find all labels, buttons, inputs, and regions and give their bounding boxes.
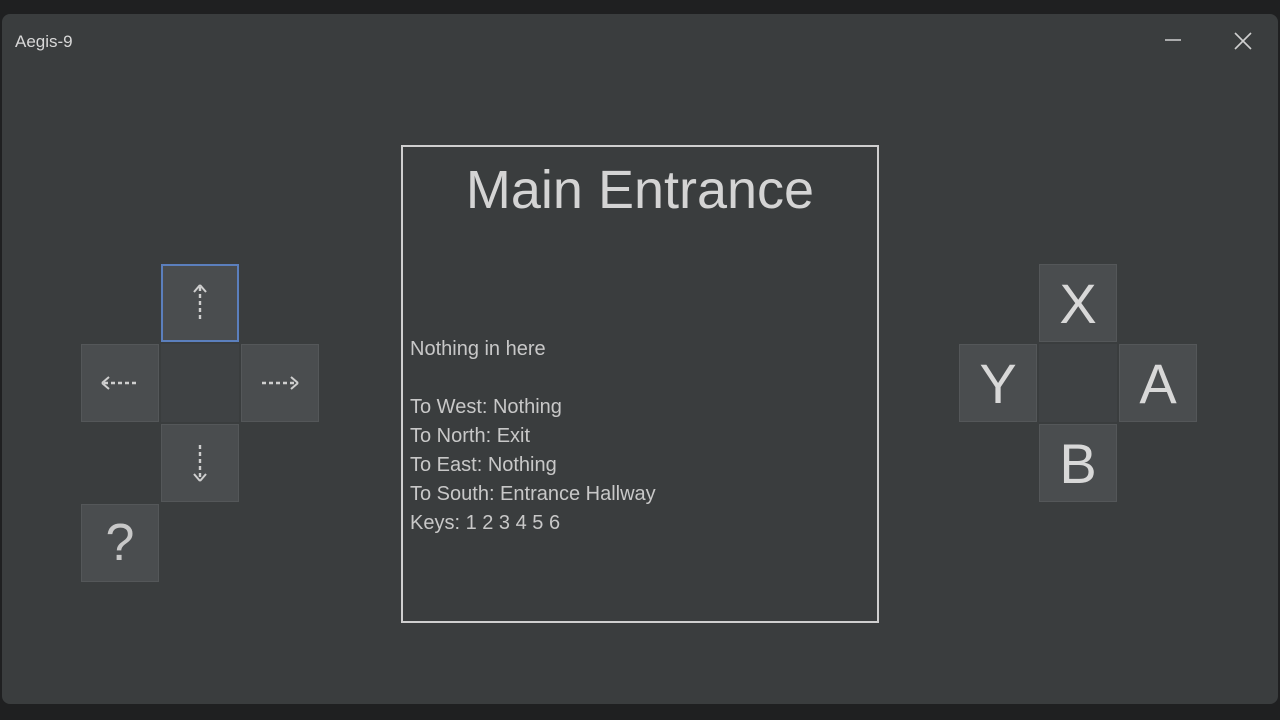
dpad-left-button[interactable]	[81, 344, 159, 422]
help-button[interactable]: ?	[81, 504, 159, 582]
x-button[interactable]: X	[1039, 264, 1117, 342]
exit-north: To North: Exit	[410, 425, 531, 447]
arrow-up-icon	[193, 284, 207, 321]
a-button[interactable]: A	[1119, 344, 1197, 422]
close-button[interactable]	[1220, 24, 1266, 60]
text-spacer	[410, 364, 656, 393]
dpad-up-button[interactable]	[161, 264, 239, 342]
exit-east: To East: Nothing	[410, 454, 557, 476]
face-center	[1039, 344, 1117, 422]
exit-south: To South: Entrance Hallway	[410, 483, 656, 505]
minimize-button[interactable]	[1150, 24, 1196, 60]
title-bar[interactable]: Aegis-9	[2, 14, 1278, 70]
arrow-right-icon	[262, 376, 299, 390]
room-title: Main Entrance	[465, 160, 815, 220]
close-icon	[1234, 32, 1252, 50]
exit-west: To West: Nothing	[410, 396, 562, 418]
y-button[interactable]: Y	[959, 344, 1037, 422]
b-button[interactable]: B	[1039, 424, 1117, 502]
app-window: Aegis-9 ? Main Entrance Nothing in here …	[2, 14, 1278, 704]
dpad-center	[161, 344, 239, 422]
minimize-icon	[1165, 39, 1181, 41]
arrow-down-icon	[193, 445, 207, 482]
room-description: Nothing in here To West: Nothing To Nort…	[410, 335, 656, 538]
room-panel: Main Entrance Nothing in here To West: N…	[401, 145, 879, 623]
room-contents: Nothing in here	[410, 338, 546, 360]
dpad-down-button[interactable]	[161, 424, 239, 502]
window-title: Aegis-9	[15, 32, 73, 51]
dpad-right-button[interactable]	[241, 344, 319, 422]
keys-list: Keys: 1 2 3 4 5 6	[410, 512, 561, 534]
arrow-left-icon	[101, 376, 138, 390]
